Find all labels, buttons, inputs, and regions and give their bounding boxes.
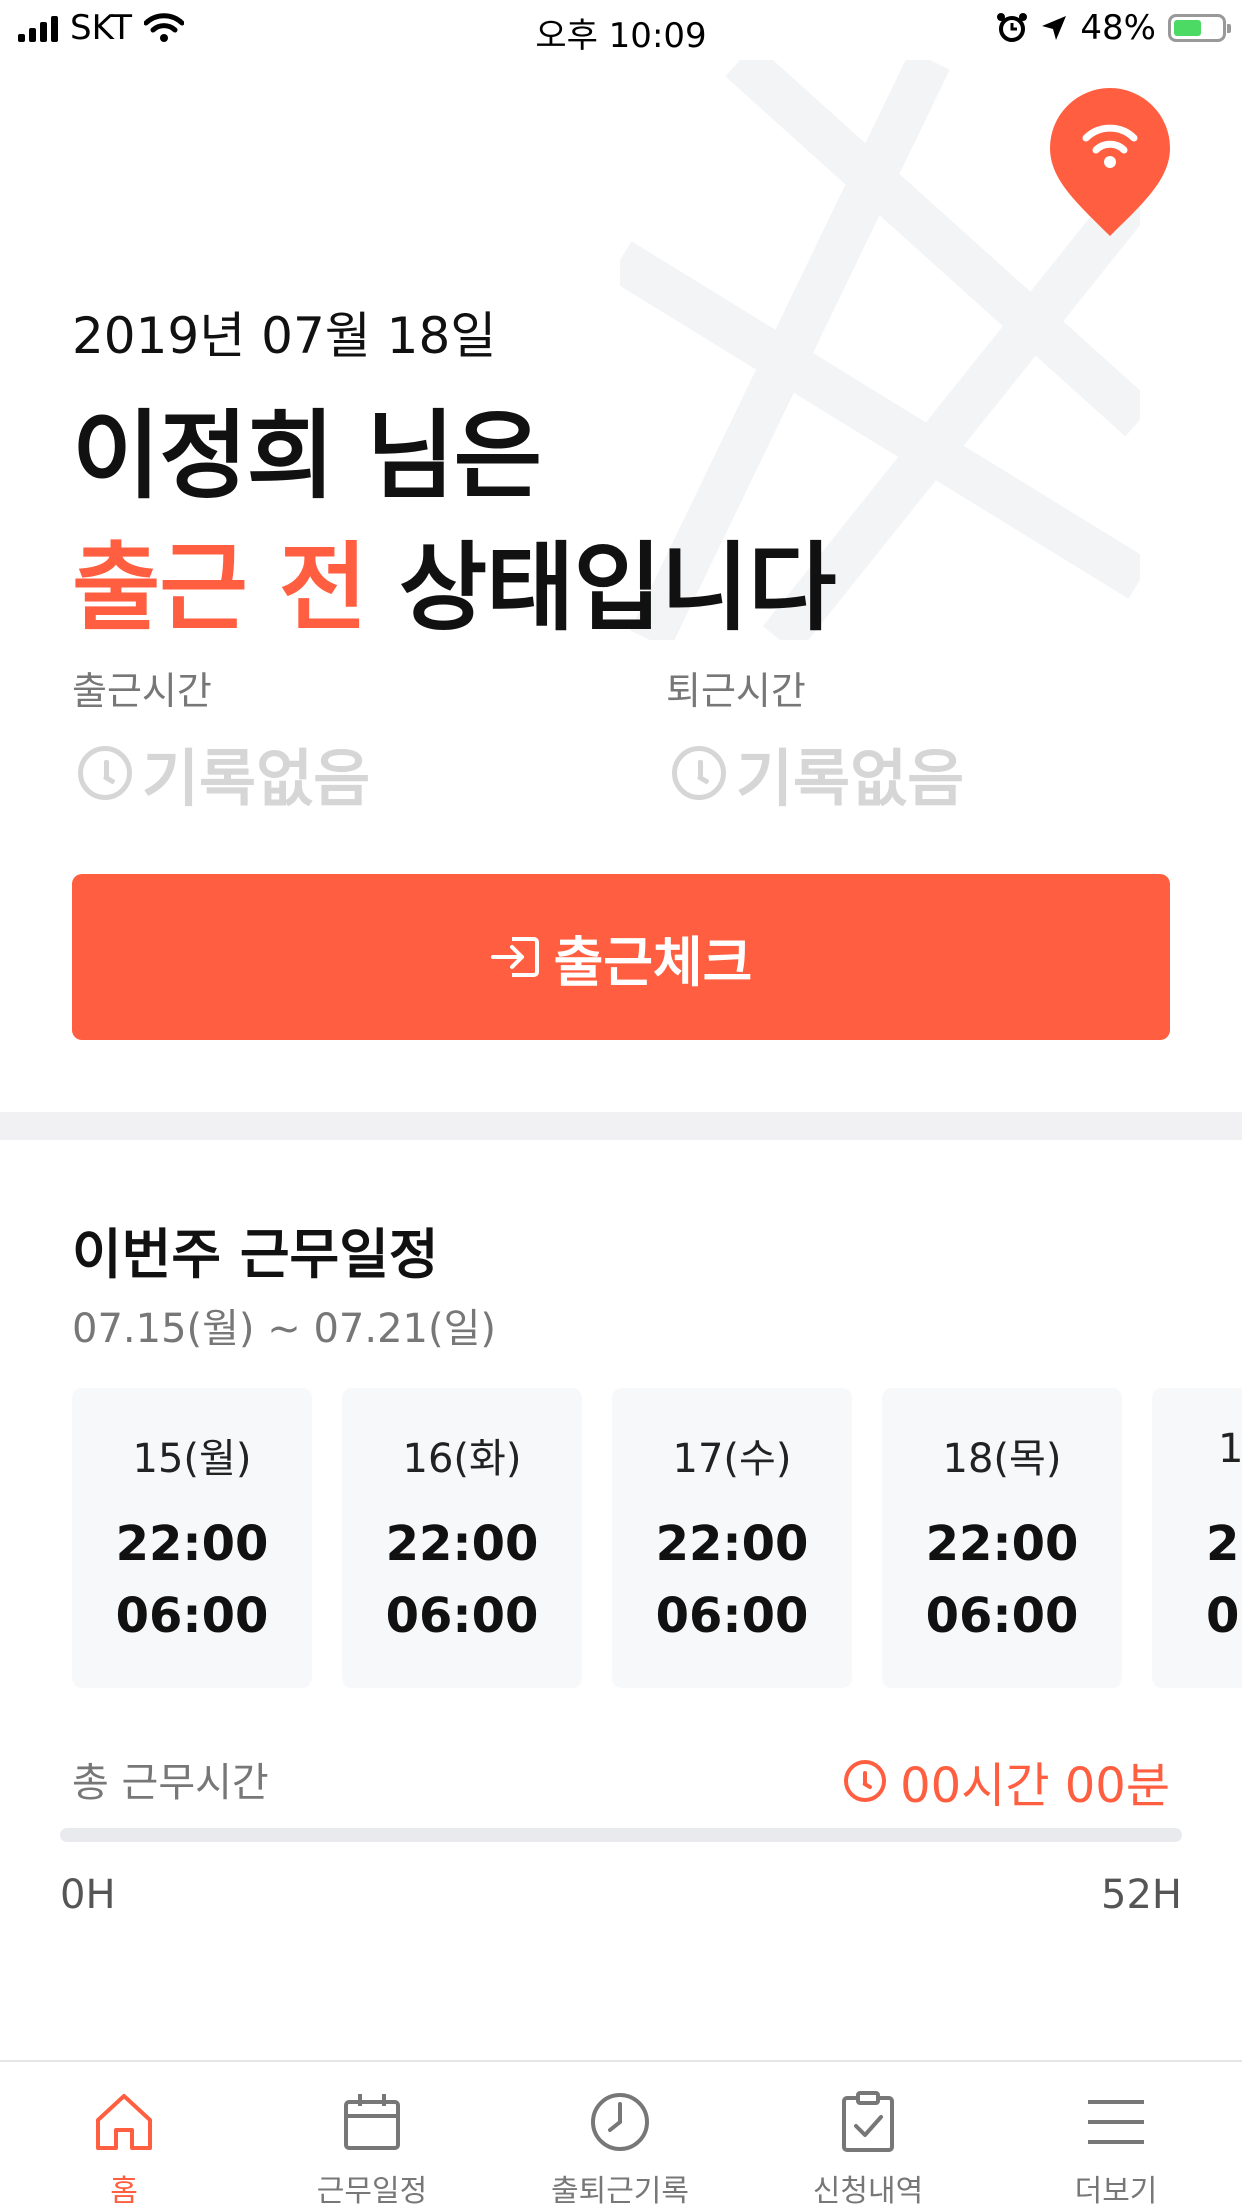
today-date: 2019년 07월 18일 [72, 307, 497, 365]
card-day: 16(화) [402, 1436, 522, 1482]
card-end-time: 06:00 [655, 1588, 809, 1644]
card-day: 17(수) [672, 1436, 792, 1482]
card-end-time: 06:00 [385, 1588, 539, 1644]
tab-label: 더보기 [1074, 2174, 1158, 2209]
schedule-day-card[interactable]: 15(월) 22:00 06:00 [72, 1388, 312, 1688]
tab-requests[interactable]: 신청내역 [744, 2062, 992, 2210]
work-progress-bar [60, 1828, 1182, 1842]
checkout-time-value-row: 기록없음 [672, 728, 964, 818]
card-end-time: 06:00 [925, 1588, 1079, 1644]
schedule-day-card[interactable]: 19 22 06 [1152, 1388, 1242, 1688]
section-divider [0, 1112, 1242, 1140]
total-work-value: 00시간 00분 [900, 1758, 1170, 1814]
schedule-range: 07.15(월) ~ 07.21(일) [72, 1306, 496, 1352]
schedule-day-card[interactable]: 16(화) 22:00 06:00 [342, 1388, 582, 1688]
checkin-button[interactable]: 출근체크 [72, 874, 1170, 1040]
progress-max-label: 52H [1101, 1872, 1182, 1918]
tab-label: 홈 [110, 2174, 138, 2209]
card-start-time: 22:00 [385, 1516, 539, 1572]
total-work-value-row: 00시간 00분 [844, 1746, 1170, 1816]
schedule-day-card[interactable]: 18(목) 22:00 06:00 [882, 1388, 1122, 1688]
progress-min-label: 0H [60, 1872, 116, 1918]
status-bar: SKT 오후 10:09 48% [0, 0, 1242, 60]
tab-attendance-log[interactable]: 출퇴근기록 [496, 2062, 744, 2210]
home-icon [96, 2094, 152, 2150]
battery-percent: 48% [1080, 8, 1156, 48]
total-work-label: 총 근무시간 [72, 1760, 269, 1806]
checkin-time-value: 기록없음 [142, 742, 371, 815]
checkout-time-value: 기록없음 [736, 742, 965, 815]
card-start-time: 22:00 [925, 1516, 1079, 1572]
clock-icon [844, 1760, 887, 1802]
bottom-tab-bar: 홈 근무일정 출퇴근기록 신청내역 더보기 [0, 2060, 1242, 2210]
menu-icon [1088, 2100, 1144, 2144]
tab-label: 출퇴근기록 [551, 2174, 689, 2209]
card-day: 18(목) [942, 1436, 1062, 1482]
tab-home[interactable]: 홈 [0, 2062, 248, 2210]
card-end-time: 06 [1206, 1588, 1242, 1644]
card-day: 19 [1218, 1426, 1242, 1472]
checkin-time-label: 출근시간 [72, 669, 212, 713]
schedule-cards[interactable]: 15(월) 22:00 06:00 16(화) 22:00 06:00 17(수… [72, 1388, 1242, 1688]
greeting-headline: 이정희 님은 [72, 400, 542, 512]
schedule-day-card[interactable]: 17(수) 22:00 06:00 [612, 1388, 852, 1688]
location-arrow-icon [1042, 16, 1067, 40]
card-end-time: 06:00 [115, 1588, 269, 1644]
card-start-time: 22:00 [655, 1516, 809, 1572]
clock-icon [672, 746, 726, 800]
sign-in-icon [490, 937, 539, 977]
alarm-icon [997, 13, 1028, 42]
status-rest: 상태입니다 [398, 532, 837, 644]
wifi-location-pin-icon[interactable] [1048, 88, 1172, 238]
tab-label: 근무일정 [316, 2174, 428, 2209]
clipboard-check-icon [842, 2091, 894, 2152]
status-accent: 출근 전 [72, 532, 367, 644]
clock-icon [591, 2093, 649, 2151]
card-day: 15(월) [132, 1436, 252, 1482]
tab-label: 신청내역 [812, 2174, 924, 2209]
checkin-button-label: 출근체크 [553, 930, 753, 994]
schedule-title: 이번주 근무일정 [72, 1223, 439, 1286]
status-headline: 출근 전 상태입니다 [72, 510, 837, 649]
tab-schedule[interactable]: 근무일정 [248, 2062, 496, 2210]
card-start-time: 22 [1206, 1516, 1242, 1572]
clock-icon [78, 746, 132, 800]
calendar-icon [344, 2094, 400, 2150]
checkin-time-value-row: 기록없음 [78, 728, 370, 818]
battery-charging-icon [1168, 14, 1231, 42]
checkout-time-label: 퇴근시간 [666, 669, 806, 713]
card-start-time: 22:00 [115, 1516, 269, 1572]
tab-more[interactable]: 더보기 [992, 2062, 1240, 2210]
